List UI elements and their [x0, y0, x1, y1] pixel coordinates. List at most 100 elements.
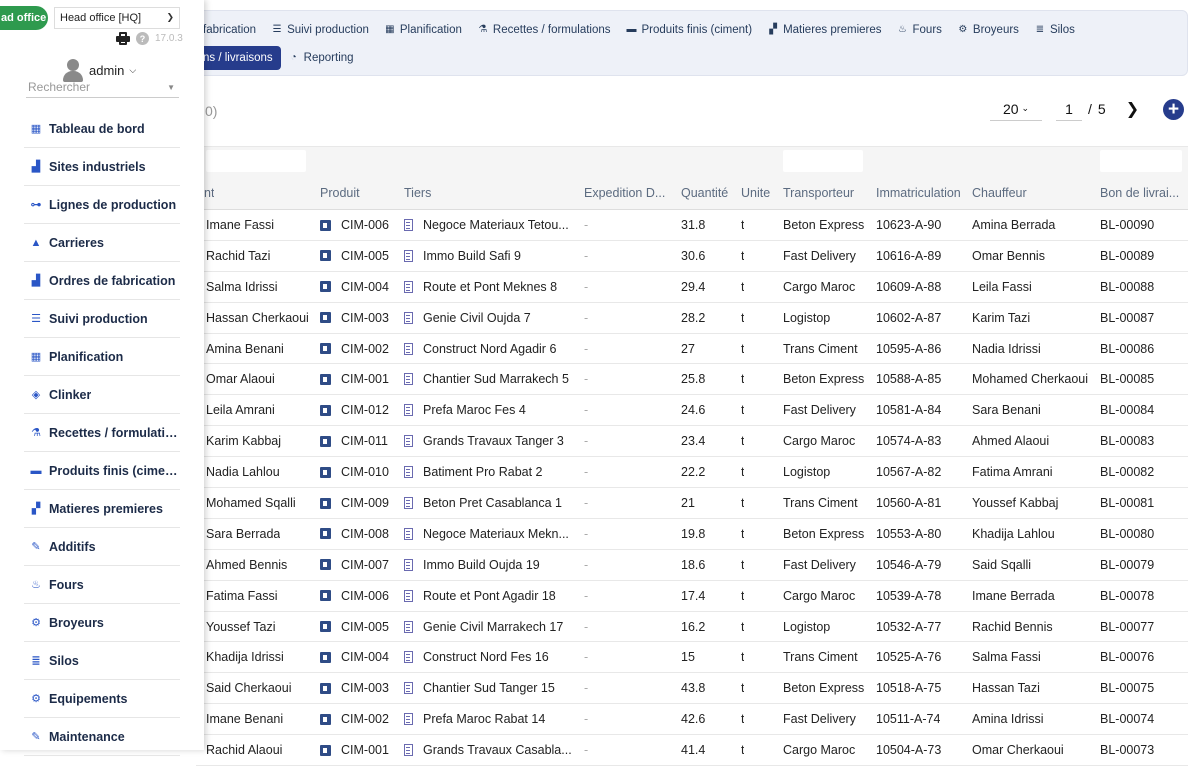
table-row[interactable]: Sara Berrada CIM-008 Negoce Materiaux Mekn… — [196, 519, 1188, 550]
column-header-immatriculation[interactable]: Immatriculation — [876, 186, 961, 200]
cell-produit[interactable]: CIM-002 — [320, 712, 389, 726]
cell-bon-livraison[interactable]: BL-00089 — [1100, 249, 1154, 263]
cell-produit[interactable]: CIM-005 — [320, 249, 389, 263]
sidebar-item-equipements[interactable]: ⚙ Equipements — [24, 680, 180, 718]
cell-client[interactable]: Imane Benani — [206, 712, 283, 726]
table-row[interactable]: Said Cherkaoui CIM-003 Chantier Sud Tanger… — [196, 673, 1188, 705]
cell-bon-livraison[interactable]: BL-00087 — [1100, 311, 1154, 325]
top-menu-item-suivi-production[interactable]: ☰ Suivi production — [264, 18, 377, 42]
column-header-client[interactable]: nt — [204, 186, 214, 200]
column-header-unite[interactable]: Unite — [741, 186, 770, 200]
column-header-transporteur[interactable]: Transporteur — [783, 186, 854, 200]
cell-tiers[interactable]: Route et Pont Meknes 8 — [404, 280, 572, 294]
cell-client[interactable]: Leila Amrani — [206, 403, 275, 417]
top-menu-item-fabrication[interactable]: fabrication — [195, 18, 264, 42]
cell-tiers[interactable]: Negoce Materiaux Tetou... — [404, 218, 572, 232]
cell-client[interactable]: Salma Idrissi — [206, 280, 278, 294]
sidebar-item-silos[interactable]: ≣ Silos — [24, 642, 180, 680]
cell-client[interactable]: Youssef Tazi — [206, 620, 276, 634]
cell-bon-livraison[interactable]: BL-00084 — [1100, 403, 1154, 417]
cell-bon-livraison[interactable]: BL-00080 — [1100, 527, 1154, 541]
cell-client[interactable]: Said Cherkaoui — [206, 681, 291, 695]
cell-produit[interactable]: CIM-003 — [320, 681, 389, 695]
cell-client[interactable]: Rachid Tazi — [206, 249, 270, 263]
top-menu-item-silos[interactable]: ≣ Silos — [1027, 18, 1083, 42]
cell-tiers[interactable]: Construct Nord Agadir 6 — [404, 342, 572, 356]
cell-tiers[interactable]: Immo Build Safi 9 — [404, 249, 572, 263]
add-record-button[interactable]: + — [1163, 99, 1184, 120]
table-row[interactable]: Karim Kabbaj CIM-011 Grands Travaux Tanger… — [196, 426, 1188, 458]
cell-bon-livraison[interactable]: BL-00076 — [1100, 650, 1154, 664]
page-number-input[interactable]: 1 — [1056, 97, 1082, 121]
cell-produit[interactable]: CIM-008 — [320, 527, 389, 541]
cell-client[interactable]: Sara Berrada — [206, 527, 280, 541]
column-header-expedition[interactable]: Expedition D... — [584, 186, 670, 200]
sidebar-item-lignes-de-production[interactable]: ⊶ Lignes de production — [24, 186, 180, 224]
sidebar-item-ordres-de-fabrication[interactable]: ▟ Ordres de fabrication — [24, 262, 180, 300]
cell-bon-livraison[interactable]: BL-00086 — [1100, 342, 1154, 356]
column-header-produit[interactable]: Produit — [320, 186, 360, 200]
cell-client[interactable]: Khadija Idrissi — [206, 650, 284, 664]
cell-bon-livraison[interactable]: BL-00088 — [1100, 280, 1154, 294]
sidebar-item-carrieres[interactable]: ▲ Carrieres — [24, 224, 180, 262]
cell-bon-livraison[interactable]: BL-00090 — [1100, 218, 1154, 232]
cell-bon-livraison[interactable]: BL-00083 — [1100, 434, 1154, 448]
cell-tiers[interactable]: Chantier Sud Marrakech 5 — [404, 372, 572, 386]
cell-tiers[interactable]: Route et Pont Agadir 18 — [404, 589, 572, 603]
sidebar-item-sites-industriels[interactable]: ▟ Sites industriels — [24, 148, 180, 186]
column-header-tiers[interactable]: Tiers — [404, 186, 431, 200]
sidebar-item-tableau-de-bord[interactable]: ▦ Tableau de bord — [24, 110, 180, 148]
cell-produit[interactable]: CIM-006 — [320, 218, 389, 232]
sidebar-item-additifs[interactable]: ✎ Additifs — [24, 528, 180, 566]
cell-client[interactable]: Ahmed Bennis — [206, 558, 287, 572]
top-menu-item-reporting[interactable]: ◔ Reporting — [281, 46, 362, 70]
cell-bon-livraison[interactable]: BL-00079 — [1100, 558, 1154, 572]
filter-input-transporteur[interactable] — [783, 150, 863, 172]
column-header-quantite[interactable]: Quantité — [681, 186, 728, 200]
cell-client[interactable]: Imane Fassi — [206, 218, 274, 232]
cell-tiers[interactable]: Immo Build Oujda 19 — [404, 558, 572, 572]
top-menu-item-produits-finis-ciment[interactable]: ▬ Produits finis (ciment) — [619, 18, 761, 42]
cell-bon-livraison[interactable]: BL-00078 — [1100, 589, 1154, 603]
column-header-bon-livraison[interactable]: Bon de livrai... — [1100, 186, 1186, 200]
sidebar-item-fours[interactable]: ♨ Fours — [24, 566, 180, 604]
cell-tiers[interactable]: Genie Civil Marrakech 17 — [404, 620, 572, 634]
entity-button[interactable]: ad office — [0, 6, 48, 30]
sidebar-item-maintenance[interactable]: ✎ Maintenance — [24, 718, 180, 756]
cell-produit[interactable]: CIM-010 — [320, 465, 389, 479]
cell-produit[interactable]: CIM-003 — [320, 311, 389, 325]
cell-tiers[interactable]: Batiment Pro Rabat 2 — [404, 465, 572, 479]
cell-produit[interactable]: CIM-006 — [320, 589, 389, 603]
help-icon[interactable]: ? — [136, 32, 149, 45]
table-row[interactable]: Imane Benani CIM-002 Prefa Maroc Rabat 14 -… — [196, 704, 1188, 736]
table-row[interactable]: Ahmed Bennis CIM-007 Immo Build Oujda 19 - 1… — [196, 550, 1188, 581]
cell-bon-livraison[interactable]: BL-00074 — [1100, 712, 1154, 726]
cell-client[interactable]: Fatima Fassi — [206, 589, 278, 603]
table-row[interactable]: Fatima Fassi CIM-006 Route et Pont Agadir … — [196, 581, 1188, 612]
cell-client[interactable]: Rachid Alaoui — [206, 743, 282, 757]
cell-produit[interactable]: CIM-001 — [320, 372, 389, 386]
cell-produit[interactable]: CIM-009 — [320, 496, 389, 510]
cell-bon-livraison[interactable]: BL-00073 — [1100, 743, 1154, 757]
cell-produit[interactable]: CIM-007 — [320, 558, 389, 572]
cell-bon-livraison[interactable]: BL-00077 — [1100, 620, 1154, 634]
table-row[interactable]: Nadia Lahlou CIM-010 Batiment Pro Rabat 2 -… — [196, 457, 1188, 489]
top-menu-item-broyeurs[interactable]: ⚙ Broyeurs — [950, 18, 1027, 42]
sidebar-item-recettes-formulations[interactable]: ⚗ Recettes / formulations — [24, 414, 180, 452]
sidebar-item-planification[interactable]: ▦ Planification — [24, 338, 180, 376]
cell-produit[interactable]: CIM-012 — [320, 403, 389, 417]
column-header-chauffeur[interactable]: Chauffeur — [972, 186, 1027, 200]
cell-tiers[interactable]: Construct Nord Fes 16 — [404, 650, 572, 664]
cell-tiers[interactable]: Prefa Maroc Fes 4 — [404, 403, 572, 417]
table-row[interactable]: Rachid Tazi CIM-005 Immo Build Safi 9 - 30.6… — [196, 241, 1188, 272]
cell-client[interactable]: Amina Benani — [206, 342, 284, 356]
top-menu-item-ns-livraisons[interactable]: ns / livraisons — [195, 46, 281, 70]
cell-tiers[interactable]: Grands Travaux Tanger 3 — [404, 434, 572, 448]
cell-bon-livraison[interactable]: BL-00081 — [1100, 496, 1154, 510]
cell-bon-livraison[interactable]: BL-00085 — [1100, 372, 1154, 386]
cell-client[interactable]: Karim Kabbaj — [206, 434, 281, 448]
top-menu-item-planification[interactable]: ▦ Planification — [377, 18, 470, 42]
cell-produit[interactable]: CIM-011 — [320, 434, 388, 448]
next-page-icon[interactable]: ❯ — [1126, 99, 1139, 119]
filter-input-bon[interactable] — [1100, 150, 1182, 172]
